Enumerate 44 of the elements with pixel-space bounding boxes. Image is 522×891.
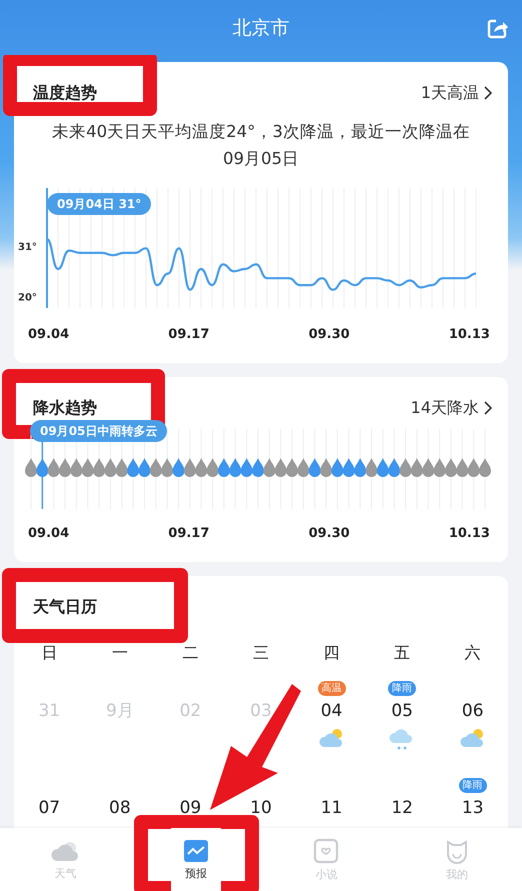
weekday-label: 五 — [394, 642, 410, 664]
weather-tag: 降雨 — [458, 778, 487, 793]
city-title: 北京市 — [232, 16, 290, 40]
rain-days-link[interactable]: 14天降水 — [410, 398, 492, 418]
section-title: 天气日历 — [33, 596, 97, 618]
section-title: 温度趋势 — [33, 82, 97, 104]
share-icon[interactable] — [485, 17, 509, 41]
precipitation-tooltip: 09月05日中雨转多云 — [30, 420, 168, 442]
calendar-date[interactable]: 04 — [320, 697, 342, 725]
x-axis-label: 09.04 — [28, 526, 70, 541]
calendar-date[interactable]: 09 — [180, 794, 202, 822]
chevron-icon — [484, 401, 492, 415]
weather-tag: 降雨 — [388, 681, 416, 696]
x-axis-label: 09.17 — [168, 327, 210, 342]
high-temp-link[interactable]: 1天高温 — [420, 82, 492, 104]
y-axis-label: 31° — [18, 242, 37, 253]
section-title: 降水趋势 — [33, 398, 97, 418]
weekday-label: 二 — [182, 642, 198, 664]
calendar-date[interactable]: 07 — [38, 794, 60, 822]
calendar-date[interactable]: 08 — [109, 794, 131, 822]
weekday-label: 六 — [464, 642, 481, 664]
x-axis-label: 09.17 — [168, 526, 210, 541]
calendar-date[interactable]: 05 — [391, 697, 413, 725]
x-axis-label: 09.04 — [28, 327, 70, 342]
calendar-date[interactable]: 11 — [320, 794, 342, 822]
y-axis-label: 20° — [18, 292, 37, 304]
x-axis-label: 10.13 — [448, 327, 490, 342]
temperature-summary: 未来40天日天平均温度24°，3次降温，最近一次降温在09月05日 — [51, 121, 471, 170]
tab-item[interactable]: 预报 — [170, 828, 221, 891]
calendar-date[interactable]: 13 — [462, 794, 484, 822]
calendar-date[interactable]: 12 — [391, 794, 413, 822]
chart-icon — [182, 838, 209, 862]
x-axis-label: 09.30 — [308, 327, 350, 342]
weekday-label: 日 — [41, 642, 58, 664]
calendar-date[interactable]: 10 — [250, 794, 272, 822]
chevron-icon — [484, 86, 492, 100]
weekday-label: 三 — [252, 642, 269, 664]
calendar-date[interactable]: 06 — [462, 697, 484, 725]
x-axis-label: 10.13 — [448, 526, 490, 541]
weather-tag: 高温 — [318, 681, 346, 696]
weekday-label: 四 — [324, 642, 340, 664]
x-axis-label: 09.30 — [308, 526, 350, 541]
temperature-tooltip: 09月04日 31° — [47, 193, 152, 215]
weekday-label: 一 — [112, 642, 128, 664]
